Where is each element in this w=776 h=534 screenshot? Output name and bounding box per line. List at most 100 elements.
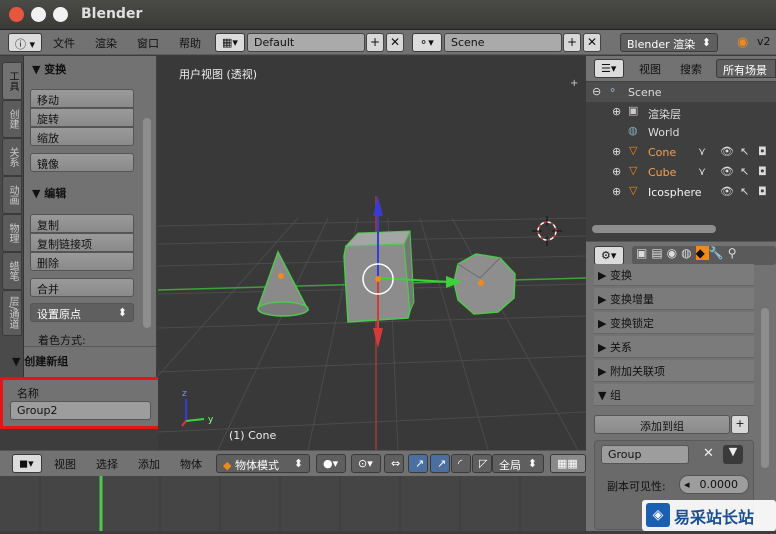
tab-relations[interactable]: 关系 <box>2 138 22 176</box>
timeline[interactable] <box>0 476 586 531</box>
properties-editor-icon[interactable]: ⚙▾ <box>594 246 624 265</box>
editor-type-cube-icon[interactable]: ◼▾ <box>12 454 42 473</box>
menu-render[interactable]: 渲染 <box>95 35 117 51</box>
layers-grid-icon[interactable]: ▦▦ <box>550 454 586 473</box>
tab-tools[interactable]: 工具 <box>2 62 22 100</box>
menu-file[interactable]: 文件 <box>53 35 75 51</box>
translate-active-icon[interactable]: ↗ <box>430 454 450 473</box>
mirror-button[interactable]: 镜像 <box>30 153 134 172</box>
manipulator-toggle-icon[interactable]: ⇔ <box>384 454 404 473</box>
outliner-scrollbar[interactable] <box>592 225 716 233</box>
3d-viewport[interactable]: z y 用户视图 (透视) (1) Cone + <box>158 56 586 450</box>
selectable-cursor-icon[interactable]: ↖ <box>740 185 749 198</box>
decrement-arrow-icon[interactable]: ◂ <box>680 478 690 491</box>
render-camera-icon[interactable]: ◘ <box>758 185 767 198</box>
outliner-menu-view[interactable]: 视图 <box>639 61 661 77</box>
visibility-eye-icon[interactable]: 👁 <box>720 145 734 158</box>
group-name-input[interactable]: Group <box>601 445 689 464</box>
expand-icon[interactable]: ⊕ <box>612 185 621 198</box>
edit-panel-header[interactable]: ▼ 编辑 <box>32 185 66 201</box>
render-engine-dropdown[interactable]: Blender 渲染 ⬍ <box>620 33 718 52</box>
render-camera-icon[interactable]: ◘ <box>758 145 767 158</box>
screen-layout-icon[interactable]: ▦▾ <box>215 33 245 52</box>
z-gizmo-arrow[interactable] <box>373 196 383 216</box>
selectable-cursor-icon[interactable]: ↖ <box>740 145 749 158</box>
properties-scrollbar[interactable] <box>761 308 769 468</box>
shading-mode-icon[interactable]: ●▾ <box>316 454 346 473</box>
outliner-editor-icon[interactable]: ☰▾ <box>594 59 624 78</box>
tab-physics[interactable]: 物理 <box>2 214 22 252</box>
outliner-menu-search[interactable]: 搜索 <box>680 61 702 77</box>
expand-icon[interactable]: ⊕ <box>612 165 621 178</box>
menu-object[interactable]: 物体 <box>180 456 202 472</box>
group-name-field[interactable]: Group2 <box>10 401 151 420</box>
expand-icon[interactable]: ⊕ <box>612 105 621 118</box>
mode-dropdown[interactable]: ◆ 物体模式 ⬍ <box>216 454 310 473</box>
add-scene-button[interactable]: + <box>563 33 581 52</box>
outliner-row-scene[interactable]: ⊖ ⚬ Scene <box>586 82 776 102</box>
tab-animation[interactable]: 动画 <box>2 176 22 214</box>
add-layout-button[interactable]: + <box>366 33 384 52</box>
menu-view[interactable]: 视图 <box>54 456 76 472</box>
section-transform-locks[interactable]: ▶ 变换锁定 <box>594 312 754 334</box>
set-origin-dropdown[interactable]: 设置原点 ⬍ <box>30 303 134 322</box>
outliner-row-render-layers[interactable]: ⊕ ▣ 渲染层 <box>586 102 776 122</box>
expand-icon[interactable]: ⊕ <box>612 145 621 158</box>
translate-manipulator-icon[interactable]: ↗ <box>408 454 428 473</box>
remove-layout-button[interactable]: ✕ <box>386 33 404 52</box>
3d-cursor-icon[interactable] <box>532 216 562 246</box>
section-relations-extras[interactable]: ▶ 附加关联项 <box>594 360 754 382</box>
group-specials-icon[interactable]: ▼ <box>723 445 743 464</box>
scale-manipulator-icon[interactable]: ◸ <box>472 454 492 473</box>
menu-window[interactable]: 窗口 <box>137 35 159 51</box>
outliner-row-cone[interactable]: ⊕ ▽ Cone ⋎ 👁 ↖ ◘ <box>586 142 776 162</box>
menu-select[interactable]: 选择 <box>96 456 118 472</box>
delete-button[interactable]: 删除 <box>30 252 134 271</box>
outliner-row-world[interactable]: ◍ World <box>586 122 776 142</box>
editor-type-info-icon[interactable]: ⓘ ▾ <box>8 33 42 52</box>
tab-layers[interactable]: 层/通道 <box>2 290 22 336</box>
add-to-group-button[interactable]: 添加到组 <box>594 415 730 434</box>
maximize-window-button[interactable] <box>53 7 68 22</box>
icosphere-object[interactable] <box>453 253 516 315</box>
close-window-button[interactable] <box>9 7 24 22</box>
visibility-eye-icon[interactable]: 👁 <box>720 165 734 178</box>
region-toggle-icon[interactable]: + <box>570 78 578 89</box>
tab-create[interactable]: 创建 <box>2 100 22 138</box>
section-relations[interactable]: ▶ 关系 <box>594 336 754 358</box>
menu-add[interactable]: 添加 <box>138 456 160 472</box>
section-groups[interactable]: ▼ 组 <box>594 384 754 406</box>
orientation-dropdown[interactable]: 全局 ⬍ <box>492 454 544 473</box>
rotate-button[interactable]: 旋转 <box>30 108 134 127</box>
duplicate-linked-button[interactable]: 复制链接项 <box>30 233 134 252</box>
scene-field[interactable]: Scene <box>444 33 562 52</box>
scale-button[interactable]: 缩放 <box>30 127 134 146</box>
selectable-cursor-icon[interactable]: ↖ <box>740 165 749 178</box>
add-group-plus-icon[interactable]: + <box>731 415 749 434</box>
scene-icon[interactable]: ⚬▾ <box>412 33 442 52</box>
rotate-manipulator-icon[interactable]: ◜ <box>451 454 471 473</box>
display-mode-dropdown[interactable]: 所有场景 <box>716 59 776 78</box>
join-button[interactable]: 合并 <box>30 278 134 297</box>
move-button[interactable]: 移动 <box>30 89 134 108</box>
duplicate-button[interactable]: 复制 <box>30 214 134 233</box>
remove-group-icon[interactable]: ✕ <box>703 446 714 461</box>
transform-panel-header[interactable]: ▼ 变换 <box>32 61 66 77</box>
remove-scene-button[interactable]: ✕ <box>583 33 601 52</box>
create-group-panel-header[interactable]: ▼ 创建新组 <box>12 353 68 369</box>
outliner-row-cube[interactable]: ⊕ ▽ Cube ⋎ 👁 ↖ ◘ <box>586 162 776 182</box>
minimize-window-button[interactable] <box>31 7 46 22</box>
collapse-icon[interactable]: ⊖ <box>592 85 601 98</box>
menu-help[interactable]: 帮助 <box>179 35 201 51</box>
visibility-eye-icon[interactable]: 👁 <box>720 185 734 198</box>
y-gizmo-arrow[interactable] <box>373 328 383 348</box>
tab-grease-pencil[interactable]: 蜡笔 <box>2 252 22 290</box>
pivot-point-icon[interactable]: ⊙▾ <box>351 454 381 473</box>
layout-field[interactable]: Default <box>247 33 365 52</box>
property-context-tabs[interactable]: ▣▤◉◍◆🔧⚲ <box>632 246 776 265</box>
tool-scrollbar[interactable] <box>143 118 151 328</box>
section-delta-transform[interactable]: ▶ 变换增量 <box>594 288 754 310</box>
section-transform[interactable]: ▶ 变换 <box>594 264 754 286</box>
dupli-offset-field[interactable]: ◂ 0.0000 <box>679 475 749 494</box>
render-camera-icon[interactable]: ◘ <box>758 165 767 178</box>
